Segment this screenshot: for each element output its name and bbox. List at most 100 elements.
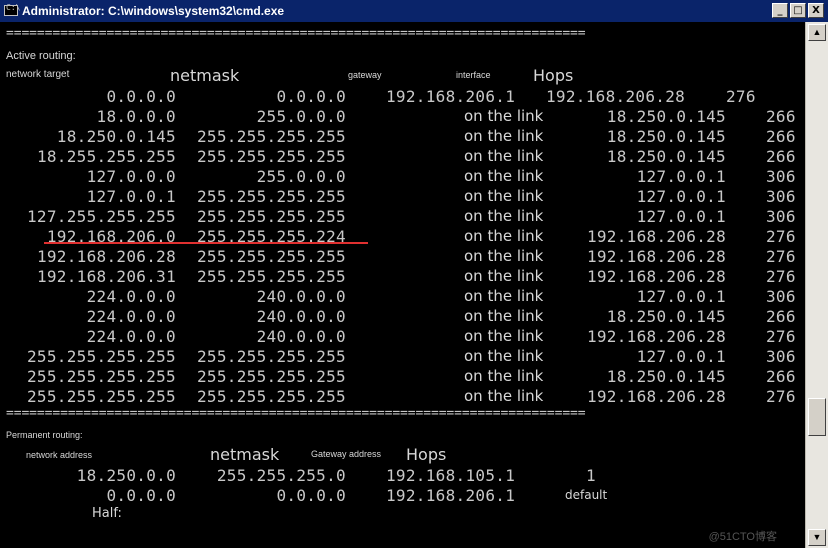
route-target: 255.255.255.255 [27,347,176,366]
route-netmask: 255.255.255.255 [197,267,346,286]
route-metric: 266 [766,307,796,326]
route-interface: 18.250.0.145 [606,367,726,386]
route-metric: 306 [766,167,796,186]
route-target: 192.168.206.28 [36,247,176,266]
col-hops: Hops [533,66,574,85]
route-interface: 192.168.206.28 [586,267,726,286]
separator-line-2: ========================================… [6,408,586,421]
perm-address: 0.0.0.0 [106,486,176,505]
route-metric: 306 [766,207,796,226]
route-metric: 306 [766,187,796,206]
route-target: 224.0.0.0 [86,307,176,326]
route-gateway: on the link [464,247,544,265]
route-interface: 192.168.206.28 [586,387,726,406]
window-controls: _ □ X [772,3,824,19]
col-permanent-netmask: netmask [210,445,280,464]
route-interface: 192.168.206.28 [586,327,726,346]
route-gateway: on the link [464,327,544,345]
route-interface: 127.0.0.1 [636,207,726,226]
route-gateway: on the link [464,167,544,185]
title-bar[interactable]: C:\ Administrator: C:\windows\system32\c… [0,0,828,22]
perm-netmask: 0.0.0.0 [276,486,346,505]
active-routing-heading: Active routing: [6,50,76,62]
route-netmask: 255.0.0.0 [256,167,346,186]
route-netmask: 240.0.0.0 [256,287,346,306]
console-output[interactable]: ========================================… [0,22,805,548]
route-metric: 276 [766,247,796,266]
route-gateway: on the link [464,127,544,145]
route-gateway: on the link [464,347,544,365]
route-metric: 276 [766,267,796,286]
route-netmask: 255.255.255.255 [197,367,346,386]
route-target: 18.250.0.145 [56,127,176,146]
route-interface: 127.0.0.1 [636,347,726,366]
scroll-up-arrow-icon[interactable]: ▲ [808,24,826,41]
vertical-scrollbar[interactable]: ▲ ▼ [805,22,828,548]
col-network-target: network target [6,69,70,80]
route-metric: 276 [766,327,796,346]
perm-address: 18.250.0.0 [76,466,176,485]
route-interface: 18.250.0.145 [606,127,726,146]
route-netmask: 255.255.255.255 [197,127,346,146]
perm-hops: default [565,488,608,502]
scroll-thumb[interactable] [808,398,826,436]
route-gateway: on the link [464,387,544,405]
route-gateway: on the link [464,367,544,385]
route-target: 255.255.255.255 [27,387,176,406]
footer-half-label: Half: [92,506,122,521]
minimize-button[interactable]: _ [772,3,788,18]
window-title: Administrator: C:\windows\system32\cmd.e… [22,4,285,18]
route-interface: 127.0.0.1 [636,167,726,186]
perm-netmask: 255.255.255.0 [216,466,346,485]
route-netmask: 240.0.0.0 [256,327,346,346]
scroll-down-arrow-icon[interactable]: ▼ [808,529,826,546]
route-target: 224.0.0.0 [86,327,176,346]
route-interface: 18.250.0.145 [606,107,726,126]
default-route-target: 0.0.0.0 [106,87,176,106]
perm-hops: 1 [586,466,596,485]
route-metric: 266 [766,367,796,386]
route-netmask: 255.255.255.255 [197,347,346,366]
col-network-address: network address [26,450,93,460]
route-netmask: 255.255.255.255 [197,147,346,166]
route-target: 192.168.206.31 [36,267,176,286]
route-interface: 192.168.206.28 [586,227,726,246]
route-target: 224.0.0.0 [86,287,176,306]
route-target: 18.255.255.255 [36,147,176,166]
route-netmask: 255.255.255.255 [197,387,346,406]
route-gateway: on the link [464,287,544,305]
default-route-interface: 192.168.206.28 [546,87,686,106]
col-interface: interface [456,70,491,80]
route-target: 127.255.255.255 [27,207,176,226]
default-route-gateway: 192.168.206.1 [386,87,516,106]
close-button[interactable]: X [808,3,824,18]
default-route-metric: 276 [726,87,756,106]
route-metric: 276 [766,227,796,246]
route-netmask: 255.255.255.255 [197,207,346,226]
route-target: 255.255.255.255 [27,367,176,386]
route-gateway: on the link [464,307,544,325]
route-gateway: on the link [464,147,544,165]
col-gateway-address: Gateway address [311,449,382,459]
perm-gateway: 192.168.105.1 [386,466,516,485]
route-target: 18.0.0.0 [96,107,176,126]
route-gateway: on the link [464,267,544,285]
col-netmask: netmask [170,66,240,85]
route-interface: 18.250.0.145 [606,147,726,166]
route-netmask: 255.255.255.255 [197,187,346,206]
route-gateway: on the link [464,207,544,225]
maximize-button[interactable]: □ [790,3,806,18]
cmd-app-icon[interactable]: C:\ [4,3,20,16]
route-interface: 127.0.0.1 [636,287,726,306]
route-metric: 306 [766,287,796,306]
watermark: @51CTO博客 [708,531,777,543]
route-metric: 266 [766,147,796,166]
route-metric: 276 [766,387,796,406]
route-netmask: 240.0.0.0 [256,307,346,326]
route-netmask: 255.0.0.0 [256,107,346,126]
permanent-routing-heading: Permanent routing: [6,430,83,440]
route-target: 127.0.0.0 [86,167,176,186]
route-metric: 266 [766,127,796,146]
perm-gateway: 192.168.206.1 [386,486,516,505]
route-gateway: on the link [464,107,544,125]
